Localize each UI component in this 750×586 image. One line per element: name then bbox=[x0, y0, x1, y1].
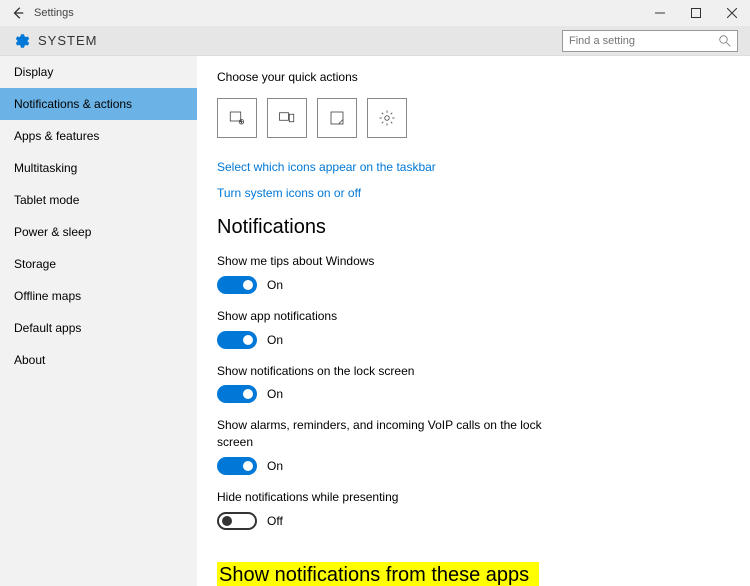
maximize-button[interactable] bbox=[678, 0, 714, 26]
sidebar-item-notifications[interactable]: Notifications & actions bbox=[0, 88, 197, 120]
setting-tips: Show me tips about Windows On bbox=[217, 253, 730, 294]
quick-action-note-icon[interactable] bbox=[317, 98, 357, 138]
setting-lock-screen: Show notifications on the lock screen On bbox=[217, 363, 730, 404]
setting-presenting: Hide notifications while presenting Off bbox=[217, 489, 730, 530]
toggle-presenting[interactable] bbox=[217, 512, 257, 530]
header: SYSTEM bbox=[0, 26, 750, 56]
link-system-icons[interactable]: Turn system icons on or off bbox=[217, 186, 730, 200]
toggle-lock-screen[interactable] bbox=[217, 385, 257, 403]
quick-action-tablet-icon[interactable] bbox=[217, 98, 257, 138]
page-heading: SYSTEM bbox=[38, 33, 97, 48]
link-taskbar-icons[interactable]: Select which icons appear on the taskbar bbox=[217, 160, 730, 174]
sidebar: Display Notifications & actions Apps & f… bbox=[0, 56, 197, 586]
settings-gear-icon bbox=[12, 32, 30, 50]
quick-actions-row bbox=[217, 98, 730, 138]
search-box[interactable] bbox=[562, 30, 738, 52]
search-input[interactable] bbox=[569, 35, 719, 47]
toggle-voip[interactable] bbox=[217, 457, 257, 475]
sidebar-item-display[interactable]: Display bbox=[0, 56, 197, 88]
quick-actions-label: Choose your quick actions bbox=[217, 70, 730, 84]
sidebar-item-apps-features[interactable]: Apps & features bbox=[0, 120, 197, 152]
toggle-app-notifications[interactable] bbox=[217, 331, 257, 349]
window-title: Settings bbox=[34, 7, 74, 19]
sidebar-item-offline-maps[interactable]: Offline maps bbox=[0, 280, 197, 312]
setting-voip: Show alarms, reminders, and incoming VoI… bbox=[217, 417, 730, 475]
sidebar-item-multitasking[interactable]: Multitasking bbox=[0, 152, 197, 184]
titlebar: Settings bbox=[0, 0, 750, 26]
setting-app-notifications: Show app notifications On bbox=[217, 308, 730, 349]
sidebar-item-default-apps[interactable]: Default apps bbox=[0, 312, 197, 344]
notifications-heading: Notifications bbox=[217, 216, 730, 239]
content: Choose your quick actions Select which i… bbox=[197, 56, 750, 586]
sidebar-item-about[interactable]: About bbox=[0, 344, 197, 376]
quick-action-connect-icon[interactable] bbox=[267, 98, 307, 138]
search-icon bbox=[719, 35, 731, 47]
quick-action-settings-icon[interactable] bbox=[367, 98, 407, 138]
apps-section-heading: Show notifications from these apps bbox=[217, 562, 539, 586]
sidebar-item-storage[interactable]: Storage bbox=[0, 248, 197, 280]
minimize-button[interactable] bbox=[642, 0, 678, 26]
sidebar-item-power-sleep[interactable]: Power & sleep bbox=[0, 216, 197, 248]
sidebar-item-tablet-mode[interactable]: Tablet mode bbox=[0, 184, 197, 216]
toggle-tips[interactable] bbox=[217, 276, 257, 294]
back-button[interactable] bbox=[8, 3, 28, 23]
close-button[interactable] bbox=[714, 0, 750, 26]
